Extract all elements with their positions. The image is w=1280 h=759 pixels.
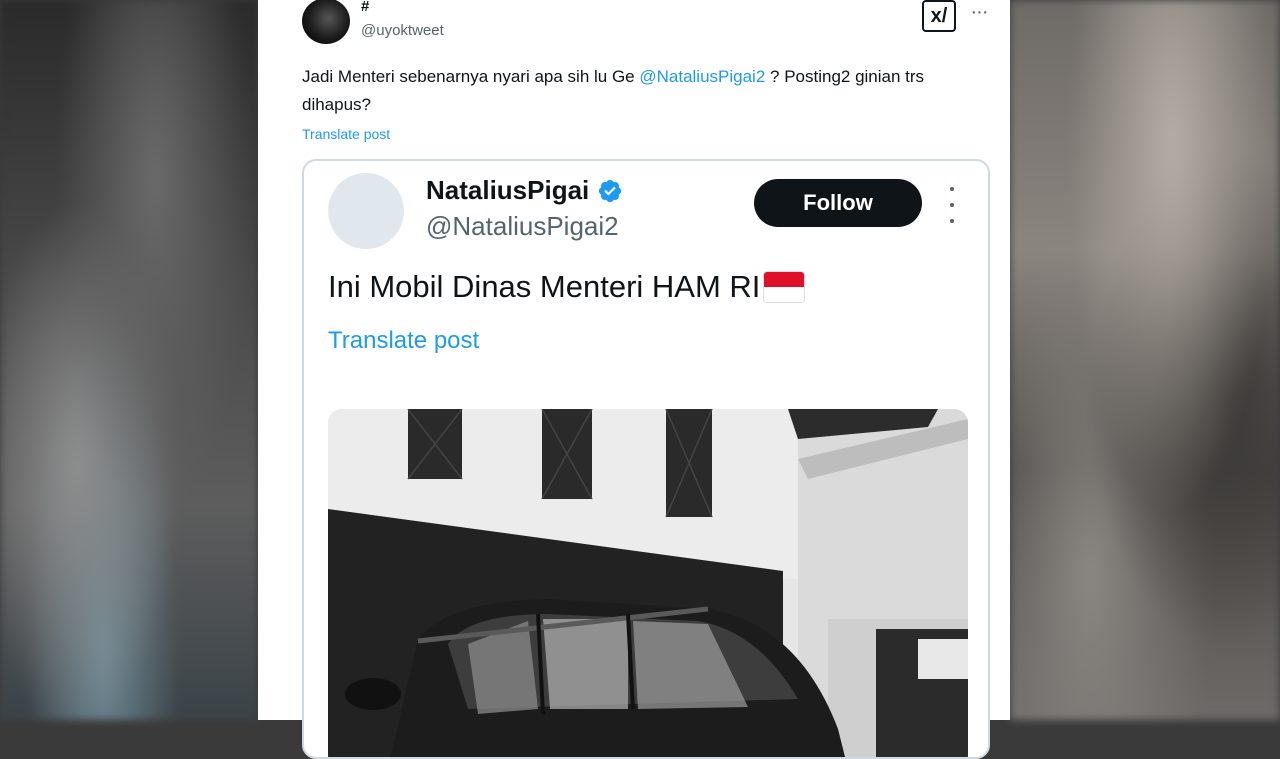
- verified-badge-icon: [599, 179, 622, 202]
- post-text: Jadi Menteri sebenarnya nyari apa sih lu…: [302, 63, 992, 119]
- translate-post-link[interactable]: Translate post: [302, 126, 390, 142]
- quoted-translate-post-link[interactable]: Translate post: [328, 327, 479, 355]
- grok-icon: x/: [930, 4, 948, 27]
- quoted-user-handle[interactable]: @NataliusPigai2: [426, 211, 619, 242]
- quoted-avatar[interactable]: [328, 173, 404, 249]
- quoted-post-text: Ini Mobil Dinas Menteri HAM RI: [328, 269, 761, 304]
- avatar[interactable]: [302, 0, 350, 44]
- display-name[interactable]: #: [361, 0, 369, 15]
- blurred-background-right: [1010, 0, 1280, 720]
- car-photo-illustration: [328, 409, 968, 757]
- post-text-before: Jadi Menteri sebenarnya nyari apa sih lu…: [302, 67, 640, 86]
- mention-link[interactable]: @NataliusPigai2: [639, 67, 765, 86]
- user-handle[interactable]: @uyoktweet: [361, 22, 444, 39]
- follow-button[interactable]: Follow: [754, 179, 922, 227]
- quoted-display-name-row[interactable]: NataliusPigai: [426, 175, 623, 206]
- more-options-vertical-icon[interactable]: [938, 187, 966, 223]
- indonesia-flag-icon: [764, 272, 805, 302]
- quoted-display-name[interactable]: NataliusPigai: [426, 175, 589, 206]
- grok-button[interactable]: x/: [922, 0, 956, 32]
- car-photo[interactable]: [328, 409, 968, 757]
- quoted-post-text-row: Ini Mobil Dinas Menteri HAM RI: [328, 269, 805, 305]
- quoted-post[interactable]: NataliusPigai @NataliusPigai2 Follow Ini…: [302, 159, 990, 759]
- more-options-icon[interactable]: ···: [966, 2, 992, 26]
- blurred-background-left: [0, 0, 258, 720]
